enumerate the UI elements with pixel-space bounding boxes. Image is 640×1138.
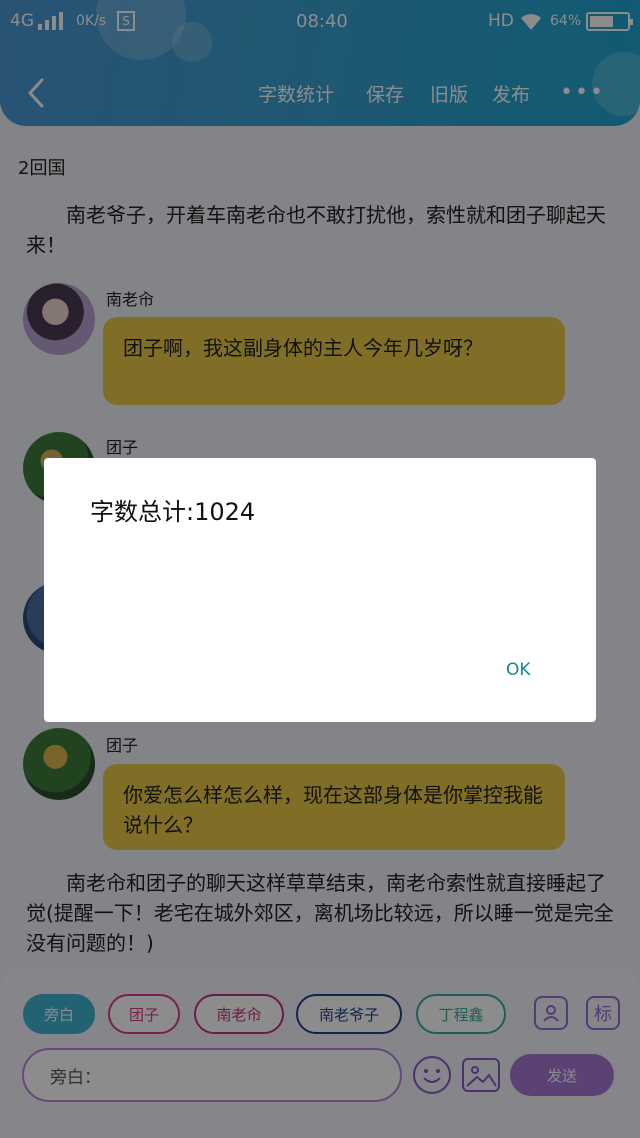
word-count-dialog: 字数总计:1024 OK: [44, 458, 596, 722]
word-count-text: 字数总计:1024: [90, 498, 256, 526]
ok-button[interactable]: OK: [506, 660, 531, 680]
